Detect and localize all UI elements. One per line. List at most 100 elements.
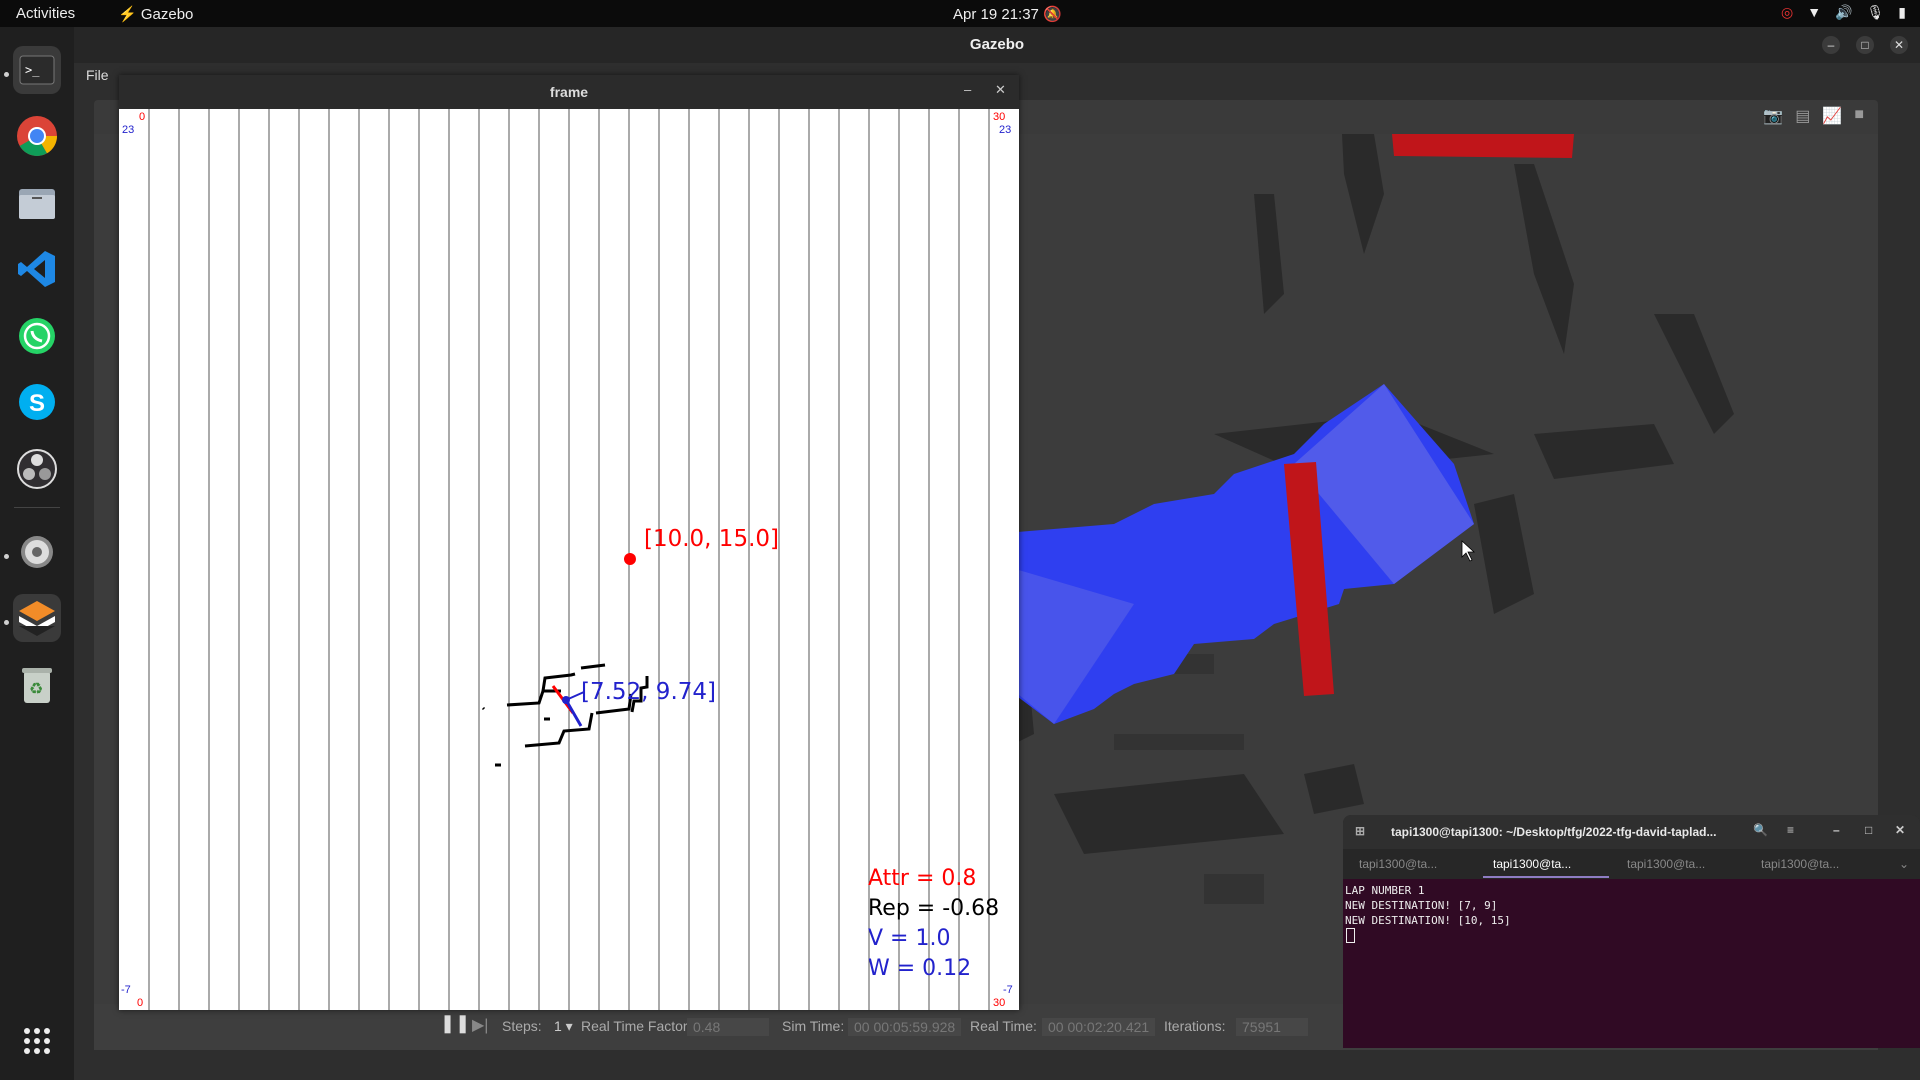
steps-spinner[interactable]: 1 ▾: [554, 1018, 573, 1035]
show-apps-grid-icon[interactable]: [13, 1017, 61, 1065]
rtf-value: 0.48: [687, 1018, 769, 1036]
step-icon[interactable]: ▶|: [472, 1015, 488, 1035]
corner-label: 23: [122, 124, 134, 136]
clock-text: Apr 19 21:37: [953, 6, 1039, 23]
minimize-icon[interactable]: –: [1822, 36, 1840, 54]
chrome-icon[interactable]: [13, 112, 61, 160]
top-bar: Activities ⚡ Gazebo Apr 19 21:37 🔕 ◎ ▼ 🔊…: [0, 0, 1920, 27]
terminal-tab[interactable]: tapi1300@ta...: [1359, 857, 1437, 871]
dock-separator: [14, 507, 60, 508]
menu-icon[interactable]: ≡: [1787, 823, 1794, 837]
frame-title-bar[interactable]: frame: [119, 75, 1019, 109]
corner-label: -7: [121, 984, 131, 996]
real-time-label: Real Time:: [970, 1018, 1037, 1034]
trash-icon[interactable]: ♻: [13, 661, 61, 709]
steps-value: 1: [554, 1018, 562, 1034]
menu-file[interactable]: File: [86, 67, 109, 83]
activities-button[interactable]: Activities: [16, 5, 75, 22]
camera-icon[interactable]: 📷: [1763, 106, 1783, 126]
corner-label: 30: [993, 997, 1005, 1009]
real-time-value: 00 00:02:20.421: [1042, 1018, 1156, 1036]
obs-icon[interactable]: [13, 445, 61, 493]
corner-label: 23: [999, 124, 1011, 136]
maximize-icon[interactable]: □: [1865, 823, 1872, 837]
corner-label: 0: [139, 111, 145, 123]
minimize-icon[interactable]: –: [964, 82, 971, 97]
app-menu[interactable]: ⚡ Gazebo: [118, 5, 193, 23]
tabs-dropdown-icon[interactable]: ⌄: [1899, 857, 1909, 871]
terminal-tab[interactable]: tapi1300@ta...: [1761, 857, 1839, 871]
target-label: [10.0, 15.0]: [644, 526, 779, 552]
robot-point: [562, 696, 570, 704]
window-title-bar[interactable]: Gazebo: [74, 27, 1920, 63]
plot-icon[interactable]: 📈: [1822, 106, 1842, 126]
iterations-value: 75951: [1236, 1018, 1308, 1036]
terminal-line: NEW DESTINATION! [10, 15]: [1345, 914, 1511, 927]
gazebo-app-icon[interactable]: [13, 594, 61, 642]
terminal-tab-active[interactable]: tapi1300@ta...: [1493, 857, 1571, 871]
attr-readout: Attr = 0.8: [868, 866, 976, 891]
terminal-output[interactable]: LAP NUMBER 1 NEW DESTINATION! [7, 9] NEW…: [1343, 879, 1920, 1048]
video-icon[interactable]: ■: [1854, 106, 1864, 126]
gazebo-small-icon: ⚡: [118, 6, 137, 23]
files-icon[interactable]: [13, 179, 61, 227]
rtf-label: Real Time Factor:: [581, 1018, 692, 1034]
volume-icon[interactable]: 🔊: [1835, 4, 1852, 21]
w-readout: W = 0.12: [868, 956, 971, 981]
svg-text:♻: ♻: [29, 681, 43, 698]
red-obstacle: [1392, 134, 1574, 158]
svg-text:S: S: [29, 390, 45, 417]
battery-icon[interactable]: ▮: [1898, 4, 1906, 21]
window-title: Gazebo: [969, 36, 1025, 53]
pause-icon[interactable]: ❚❚: [440, 1013, 470, 1034]
rep-readout: Rep = -0.68: [868, 896, 999, 921]
dock: >_ S ♻: [0, 27, 74, 1080]
v-readout: V = 1.0: [868, 926, 950, 951]
record-icon[interactable]: ◎: [1781, 4, 1793, 21]
search-icon[interactable]: 🔍: [1753, 823, 1768, 837]
corner-label: 30: [993, 111, 1005, 123]
frame-title: frame: [549, 84, 589, 100]
maximize-icon[interactable]: □: [1856, 36, 1874, 54]
terminal-line: NEW DESTINATION! [7, 9]: [1345, 899, 1498, 912]
terminal-tab[interactable]: tapi1300@ta...: [1627, 857, 1705, 871]
terminal-tabs: tapi1300@ta... tapi1300@ta... tapi1300@t…: [1343, 849, 1920, 879]
terminal-app-icon[interactable]: >_: [13, 46, 61, 94]
target-point: [624, 553, 636, 565]
close-icon[interactable]: ✕: [995, 82, 1006, 98]
wifi-icon[interactable]: ▼: [1807, 4, 1821, 21]
bell-muted-icon: 🔕: [1043, 6, 1062, 23]
active-tab-indicator: [1483, 876, 1609, 878]
running-indicator: [4, 620, 9, 625]
microphone-icon[interactable]: 🎙: [1867, 4, 1885, 21]
minimize-icon[interactable]: –: [1833, 823, 1840, 837]
iterations-label: Iterations:: [1164, 1018, 1226, 1034]
close-icon[interactable]: ✕: [1895, 823, 1905, 837]
steps-label: Steps:: [502, 1018, 542, 1034]
vscode-icon[interactable]: [13, 245, 61, 293]
velocity-vector: [564, 699, 583, 727]
mouse-cursor: [1461, 540, 1476, 562]
running-indicator: [4, 72, 9, 77]
skype-icon[interactable]: S: [13, 378, 61, 426]
settings-gear-icon[interactable]: [13, 528, 61, 576]
sim-time-label: Sim Time:: [782, 1018, 845, 1034]
grid: [148, 109, 990, 1010]
clock[interactable]: Apr 19 21:37 🔕: [953, 5, 1062, 23]
log-icon[interactable]: ▤: [1795, 106, 1810, 126]
terminal-cursor: [1346, 928, 1355, 943]
whatsapp-icon[interactable]: [13, 312, 61, 360]
new-tab-icon[interactable]: ⊞: [1355, 824, 1365, 838]
close-icon[interactable]: ✕: [1890, 36, 1908, 54]
corner-label: 0: [137, 997, 143, 1009]
terminal-window: ⊞ tapi1300@tapi1300: ~/Desktop/tfg/2022-…: [1343, 815, 1920, 1048]
terminal-title: tapi1300@tapi1300: ~/Desktop/tfg/2022-tf…: [1391, 825, 1717, 839]
app-name: Gazebo: [140, 6, 194, 23]
system-tray[interactable]: ◎ ▼ 🔊 🎙 ▮: [1781, 4, 1906, 21]
sim-time-value: 00 00:05:59.928: [848, 1018, 962, 1036]
terminal-header[interactable]: ⊞ tapi1300@tapi1300: ~/Desktop/tfg/2022-…: [1343, 815, 1920, 849]
corner-label: -7: [1003, 984, 1013, 996]
frame-canvas: 0 23 30 23 -7 0 -7 30 [10.0, 15.0] [7.52…: [121, 109, 1013, 1010]
svg-text:>_: >_: [25, 63, 40, 77]
terminal-line: LAP NUMBER 1: [1345, 884, 1425, 897]
